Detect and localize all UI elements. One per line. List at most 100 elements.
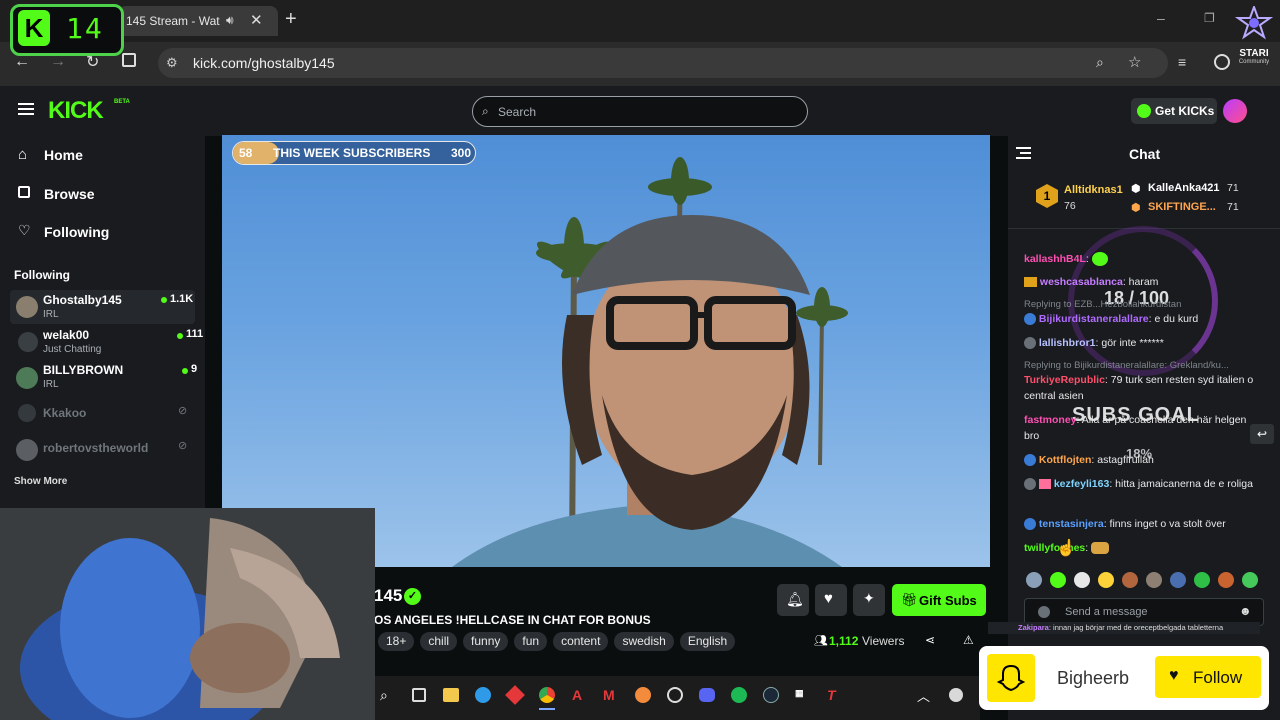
app-icon[interactable]: A	[572, 687, 582, 703]
follow-card-name: Bigheerb	[1057, 668, 1130, 688]
tab-close-icon[interactable]: ✕	[250, 11, 263, 29]
bookmark-star-icon[interactable]: ☆	[1128, 53, 1141, 71]
emoji-icon[interactable]: ☻	[1239, 604, 1252, 618]
app-icon[interactable]	[635, 687, 651, 703]
chat-username[interactable]: kallashhB4L	[1024, 253, 1086, 265]
tag-chip[interactable]: English	[679, 632, 736, 651]
emote-icon[interactable]	[1218, 572, 1234, 588]
emote-icon[interactable]	[1122, 572, 1138, 588]
file-explorer-icon[interactable]	[443, 688, 459, 702]
heart-filled-icon: ♥	[1169, 667, 1179, 684]
nav-following[interactable]: ♡ Following	[18, 222, 193, 243]
edge-icon[interactable]	[475, 687, 491, 703]
tag-chip[interactable]: chill	[420, 632, 458, 651]
channel-row-ghostalby145[interactable]: Ghostalby145 IRL 1.1K	[10, 290, 195, 324]
leaderboard-name[interactable]: KalleAnka421	[1148, 182, 1220, 194]
reply-button-icon[interactable]: ↩	[1250, 424, 1274, 444]
follow-button[interactable]: ♥ Follow	[1155, 656, 1261, 698]
emote-icon[interactable]	[1146, 572, 1162, 588]
show-more-link[interactable]: Show More	[14, 476, 67, 487]
collapse-chat-icon[interactable]	[1016, 147, 1031, 159]
gift-subs-label: Gift Subs	[919, 593, 977, 608]
chat-username[interactable]: kezfeyli163	[1054, 478, 1109, 490]
app-icon[interactable]: ▦	[795, 688, 804, 699]
channel-name: Kkakoo	[43, 406, 87, 420]
tray-app-icon[interactable]	[949, 688, 963, 702]
emote-icon[interactable]	[1242, 572, 1258, 588]
tag-chip[interactable]: fun	[514, 632, 548, 651]
nav-home[interactable]: ⌂ Home	[18, 146, 193, 166]
emote-icon[interactable]	[1050, 572, 1066, 588]
user-avatar[interactable]	[1223, 99, 1247, 123]
chat-username[interactable]: tenstasinjera	[1039, 518, 1104, 530]
leaderboard-amount: 76	[1064, 200, 1076, 212]
mcafee-icon[interactable]: M	[603, 687, 615, 703]
webcam-overlay	[0, 508, 375, 720]
notification-button[interactable]: 🔔︎	[777, 584, 809, 616]
kick-logo[interactable]: KICK	[48, 97, 104, 125]
tab-audio-icon[interactable]: 🔊︎	[226, 13, 234, 28]
webcam-illustration	[0, 508, 375, 720]
chrome-icon[interactable]	[539, 687, 555, 703]
discord-icon[interactable]	[699, 688, 715, 702]
get-kicks-button[interactable]: Get KICKs	[1131, 98, 1217, 124]
chat-text: e du kurd	[1154, 313, 1199, 325]
gift-subs-button[interactable]: 🎁︎ Gift Subs	[892, 584, 986, 616]
emote-icon[interactable]	[1026, 572, 1042, 588]
tag-chip[interactable]: 18+	[378, 632, 415, 651]
chat-username[interactable]: Kottflojten	[1039, 454, 1092, 466]
tag-chip[interactable]: swedish	[614, 632, 674, 651]
minimize-icon[interactable]: –	[1157, 10, 1165, 26]
tag-chip[interactable]: content	[553, 632, 609, 651]
steam-icon[interactable]	[763, 687, 779, 703]
sparkle-button[interactable]: ✦	[853, 584, 885, 616]
channel-row-billybrown[interactable]: BILLYBROWN IRL 9	[10, 361, 197, 395]
subs-progress-bar: 58 THIS WEEK SUBSCRIBERS 300	[232, 141, 476, 165]
video-player[interactable]	[222, 135, 990, 567]
streamer-name[interactable]: 145	[374, 586, 402, 606]
profile-icon[interactable]	[1214, 54, 1230, 70]
chat-username[interactable]: Bijikurdistaneralallare	[1039, 313, 1149, 325]
channel-row-welak00[interactable]: welak00 Just Chatting 111	[10, 326, 203, 360]
follow-alert-card: Bigheerb ♥ Follow	[979, 646, 1269, 710]
site-info-icon[interactable]: ⚙	[166, 55, 178, 71]
chat-username[interactable]: weshcasablanca	[1040, 276, 1123, 288]
task-view-icon[interactable]	[412, 688, 426, 702]
app-icon[interactable]: T	[827, 687, 836, 703]
channel-row-robertovstheworld[interactable]: robertovstheworld ⊘	[10, 433, 195, 467]
channel-row-kkakoo[interactable]: Kkakoo ⊘	[10, 398, 195, 432]
app-icon[interactable]	[667, 687, 683, 703]
media-icon[interactable]: ≡	[1178, 54, 1186, 70]
stream-title: OS ANGELES !HELLCASE IN CHAT FOR BONUS	[374, 613, 651, 627]
spotify-icon[interactable]	[731, 687, 747, 703]
viewers-icon: 👥︎	[814, 635, 828, 647]
emote-icon[interactable]	[1074, 572, 1090, 588]
emote-icon[interactable]	[1098, 572, 1114, 588]
chat-username[interactable]: twillyformes	[1024, 542, 1085, 554]
split-view-icon[interactable]	[122, 53, 136, 67]
channel-name: robertovstheworld	[43, 441, 149, 455]
leaderboard-name[interactable]: SKIFTINGE...	[1148, 201, 1216, 213]
chat-text: hitta jamaicanerna de e roliga	[1115, 478, 1253, 490]
chat-username[interactable]: TurkiyeRepublic	[1024, 374, 1105, 386]
report-icon[interactable]: ⚠	[963, 633, 974, 647]
leaderboard-name[interactable]: Alltidknas1	[1064, 184, 1123, 196]
zoom-icon[interactable]: ⌕	[1096, 54, 1104, 71]
search-taskbar-icon[interactable]: ⌕	[380, 687, 388, 704]
search-input[interactable]	[498, 103, 778, 121]
chat-username[interactable]: lallishbror1	[1039, 337, 1096, 349]
active-indicator	[539, 708, 555, 710]
new-tab-icon[interactable]: +	[285, 8, 297, 31]
share-icon[interactable]: ⋖	[925, 633, 935, 647]
tag-chip[interactable]: funny	[463, 632, 509, 651]
nav-browse[interactable]: Browse	[18, 185, 193, 205]
emote-icon[interactable]	[1194, 572, 1210, 588]
maximize-icon[interactable]: ❐	[1204, 11, 1215, 25]
channel-name: BILLYBROWN	[43, 363, 124, 377]
chat-username[interactable]: fastmoney	[1024, 414, 1077, 426]
follow-heart-button[interactable]: ♥	[815, 584, 847, 616]
menu-icon[interactable]	[18, 102, 34, 116]
beta-badge: BETA	[114, 99, 130, 105]
emote-icon[interactable]	[1170, 572, 1186, 588]
tray-chevron-icon[interactable]: ︿	[917, 686, 930, 705]
